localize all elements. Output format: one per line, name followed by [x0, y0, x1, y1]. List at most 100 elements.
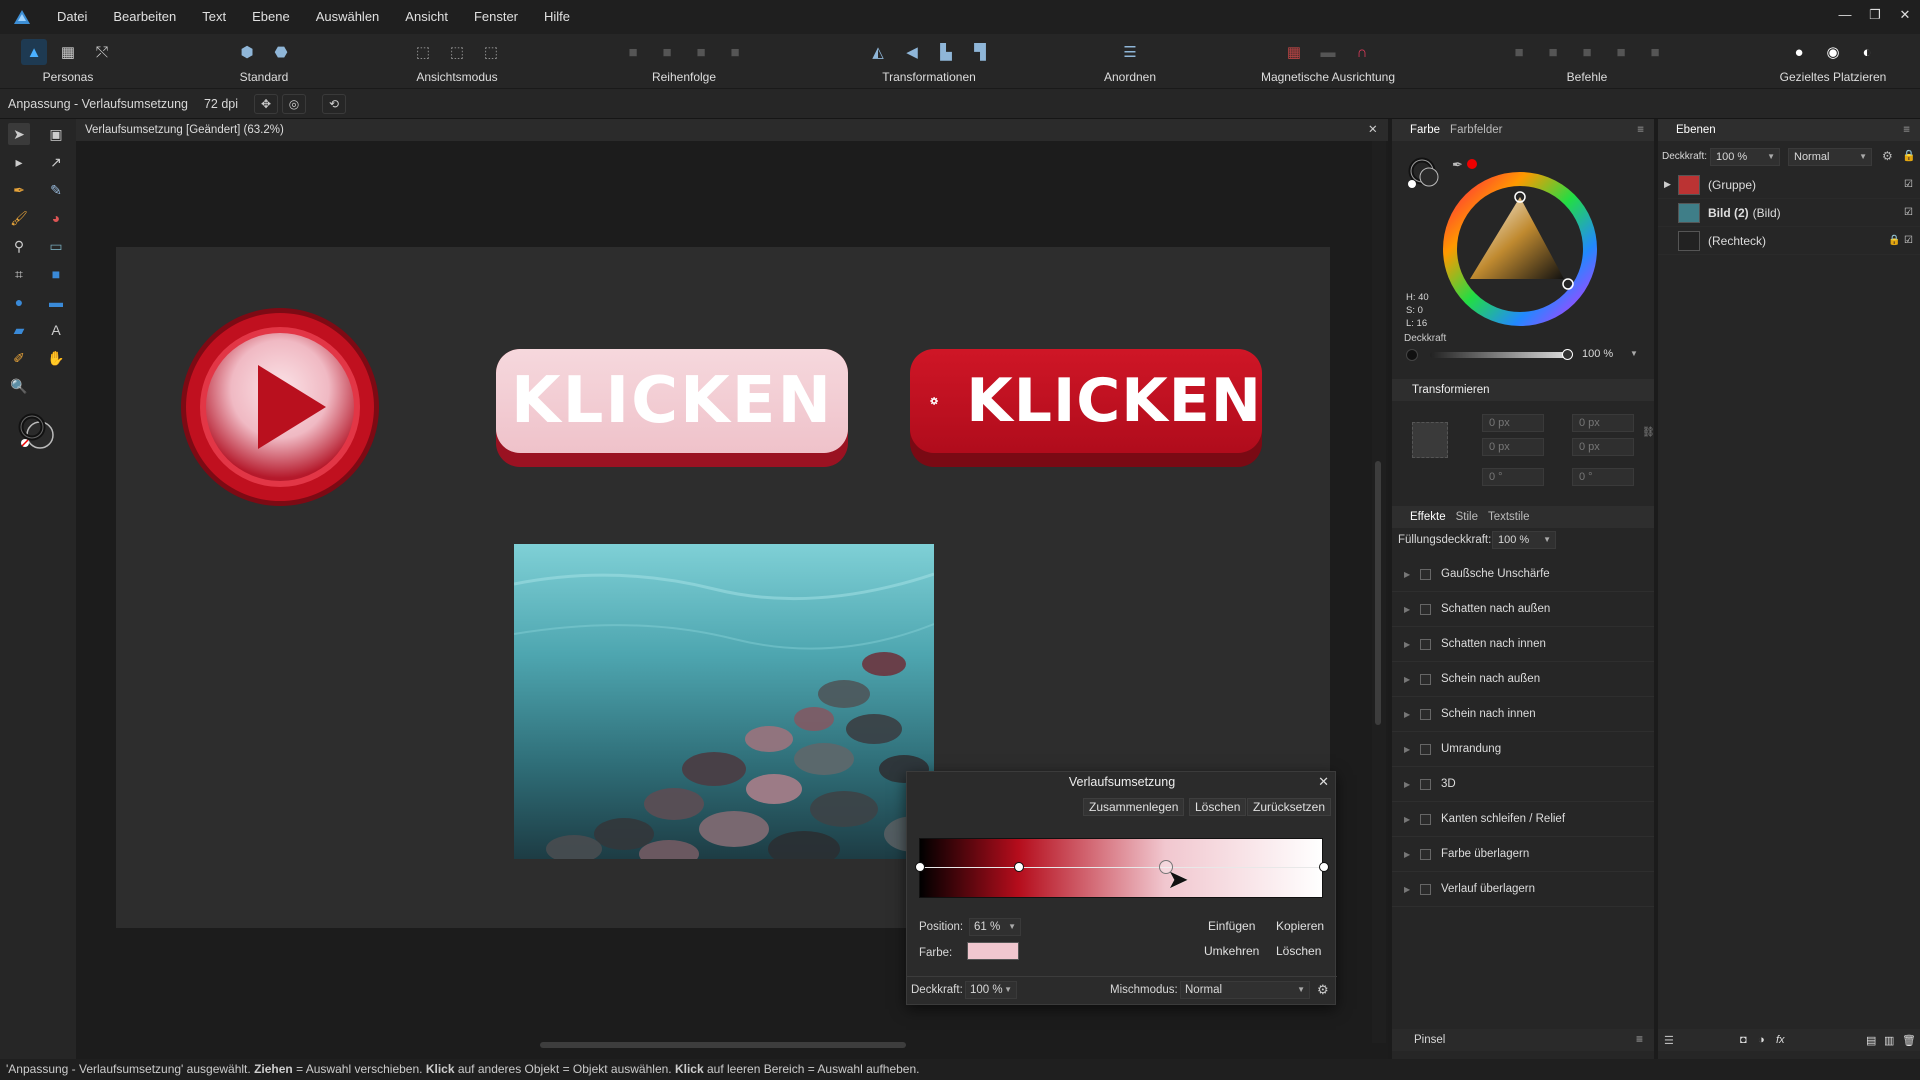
view-mode-3-icon[interactable]: ⬚: [478, 39, 504, 65]
corner-tool-icon[interactable]: ↗: [45, 151, 67, 173]
y-field[interactable]: 0 px: [1482, 438, 1544, 456]
eyedropper-tool-icon[interactable]: ✐: [8, 347, 30, 369]
effect-checkbox[interactable]: [1420, 568, 1431, 580]
recent-color-dot[interactable]: [1467, 159, 1477, 169]
pink-button-graphic[interactable]: KLICKEN: [496, 349, 848, 453]
close-document-icon[interactable]: ✕: [1368, 119, 1378, 141]
move-tool-icon[interactable]: ➤: [8, 123, 30, 145]
position-dropdown-icon[interactable]: ▼: [1008, 919, 1016, 935]
layers-panel-menu-icon[interactable]: ≡: [1903, 124, 1910, 136]
position-field[interactable]: 61 % ▼: [969, 918, 1021, 936]
horizontal-scroll-thumb[interactable]: [540, 1042, 906, 1048]
gradient-stop-handle[interactable]: [1013, 862, 1024, 872]
brush-tool-icon[interactable]: 🖌: [8, 207, 30, 229]
rounded-rect-tool-icon[interactable]: ▬: [45, 291, 67, 313]
effect-row[interactable]: ▶ Umrandung: [1392, 732, 1654, 767]
expand-arrow-icon[interactable]: ▶: [1404, 710, 1420, 719]
layer-row[interactable]: ▶ (Gruppe) ☑: [1658, 171, 1920, 199]
pixel-persona-icon[interactable]: ▦: [55, 39, 81, 65]
effect-row[interactable]: ▶ Schatten nach außen: [1392, 592, 1654, 627]
effect-checkbox[interactable]: [1420, 708, 1431, 720]
assistant-icon[interactable]: ⬢: [234, 39, 260, 65]
node-tool-icon[interactable]: ▸: [8, 151, 30, 173]
color-swatch[interactable]: [967, 942, 1019, 960]
menu-item-3[interactable]: Ebene: [239, 0, 303, 34]
effect-row[interactable]: ▶ Schatten nach innen: [1392, 627, 1654, 662]
effect-row[interactable]: ▶ 3D: [1392, 767, 1654, 802]
effect-row[interactable]: ▶ Verlauf überlagern: [1392, 872, 1654, 907]
order-back-icon[interactable]: ■: [620, 39, 646, 65]
expand-arrow-icon[interactable]: ▶: [1404, 605, 1420, 614]
effect-checkbox[interactable]: [1420, 883, 1431, 895]
fx-icon[interactable]: fx: [1776, 1034, 1785, 1046]
rectangle-tool-icon[interactable]: ■: [45, 263, 67, 285]
effect-row[interactable]: ▶ Schein nach innen: [1392, 697, 1654, 732]
menu-item-0[interactable]: Datei: [44, 0, 100, 34]
place-image-tool-icon[interactable]: ▭: [45, 235, 67, 257]
gradient-bar[interactable]: [915, 838, 1329, 898]
red-button-graphic[interactable]: KLICKEN: [910, 349, 1262, 453]
opacity-dropdown-icon[interactable]: ▼: [1004, 982, 1012, 998]
color-opacity-dropdown-icon[interactable]: ▼: [1630, 349, 1638, 358]
command-3-icon[interactable]: ■: [1574, 39, 1600, 65]
effect-checkbox[interactable]: [1420, 813, 1431, 825]
copy-button[interactable]: Kopieren: [1271, 918, 1329, 936]
brush-panel-menu-icon[interactable]: ≡: [1636, 1032, 1643, 1046]
view-mode-1-icon[interactable]: ⬚: [410, 39, 436, 65]
flip-horizontal-icon[interactable]: ◭: [865, 39, 891, 65]
color-panel-menu-icon[interactable]: ≡: [1637, 124, 1644, 136]
expand-arrow-icon[interactable]: ▶: [1404, 815, 1420, 824]
pencil-tool-icon[interactable]: ✎: [45, 179, 67, 201]
expand-arrow-icon[interactable]: ▶: [1404, 570, 1420, 579]
layers-stack-icon[interactable]: ☰: [1664, 1034, 1674, 1047]
order-forward-icon[interactable]: ■: [688, 39, 714, 65]
color-opacity-value[interactable]: 100 %: [1582, 348, 1613, 360]
shear-field[interactable]: 0 °: [1572, 468, 1634, 486]
vertical-scroll-thumb[interactable]: [1375, 461, 1381, 725]
close-dialog-icon[interactable]: ✕: [1318, 774, 1329, 790]
ellipse-tool-icon[interactable]: ●: [8, 291, 30, 313]
stones-photo[interactable]: [514, 544, 934, 859]
layer-visibility-checkbox[interactable]: ☑: [1904, 235, 1914, 246]
adjustment-icon[interactable]: ◑: [1758, 1034, 1765, 1046]
effect-checkbox[interactable]: [1420, 743, 1431, 755]
menu-item-1[interactable]: Bearbeiten: [100, 0, 189, 34]
tab-swatches[interactable]: Farbfelder: [1450, 124, 1502, 136]
mask-icon[interactable]: ◘: [1740, 1034, 1747, 1046]
expand-arrow-icon[interactable]: ▶: [1404, 640, 1420, 649]
restore-icon[interactable]: ❐: [1860, 0, 1890, 30]
flip-vertical-icon[interactable]: ◀: [899, 39, 925, 65]
align-icon[interactable]: ☰: [1117, 39, 1143, 65]
expand-arrow-icon[interactable]: ▶: [1404, 850, 1420, 859]
duplicate-layer-icon[interactable]: ▥: [1884, 1034, 1894, 1047]
tab-layers[interactable]: Ebenen: [1676, 124, 1716, 136]
tab-text-styles[interactable]: Textstile: [1488, 511, 1530, 523]
expand-arrow-icon[interactable]: ▶: [1404, 780, 1420, 789]
callout-tool-icon[interactable]: ▰: [8, 319, 30, 341]
view-mode-2-icon[interactable]: ⬚: [444, 39, 470, 65]
layer-visibility-checkbox[interactable]: ☑: [1904, 179, 1914, 190]
w-field[interactable]: 0 px: [1572, 414, 1634, 432]
effect-row[interactable]: ▶ Schein nach außen: [1392, 662, 1654, 697]
horizontal-scrollbar[interactable]: [76, 1038, 1372, 1052]
transparency-tool-icon[interactable]: ⚲: [8, 235, 30, 257]
lock-aspect-icon[interactable]: ⛓: [1642, 427, 1655, 438]
place-2-icon[interactable]: ◉: [1820, 39, 1846, 65]
rotate-left-icon[interactable]: ▙: [933, 39, 959, 65]
place-3-icon[interactable]: ◐: [1854, 39, 1880, 65]
effect-checkbox[interactable]: [1420, 848, 1431, 860]
reverse-button[interactable]: Umkehren: [1199, 943, 1264, 961]
rotate-right-icon[interactable]: ▜: [967, 39, 993, 65]
hand-tool-icon[interactable]: ✋: [45, 347, 67, 369]
close-window-icon[interactable]: ✕: [1890, 0, 1920, 30]
expand-arrow-icon[interactable]: ▶: [1404, 745, 1420, 754]
opacity-slider-knob[interactable]: [1562, 349, 1573, 360]
reset-button[interactable]: Zurücksetzen: [1247, 798, 1332, 816]
layer-row[interactable]: Bild (2) (Bild) ☑: [1658, 199, 1920, 227]
tab-color[interactable]: Farbe: [1410, 124, 1440, 136]
move-anchor-icon[interactable]: ✥: [254, 93, 279, 114]
new-layer-icon[interactable]: ▤: [1866, 1034, 1876, 1047]
effect-row[interactable]: ▶ Farbe überlagern: [1392, 837, 1654, 872]
dialog-opacity-field[interactable]: 100 % ▼: [965, 981, 1017, 999]
layer-settings-gear-icon[interactable]: ⚙: [1882, 149, 1893, 163]
